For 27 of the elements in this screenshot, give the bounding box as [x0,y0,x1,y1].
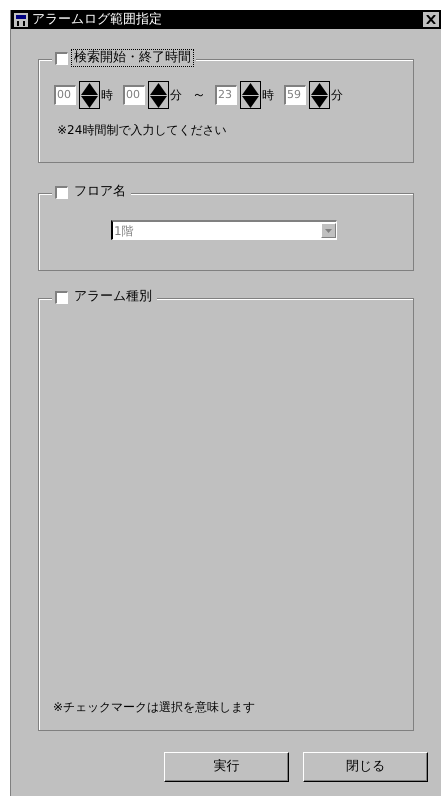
hint-text: ※24時間制で入力してください [57,122,228,139]
checkbox[interactable] [55,290,68,304]
close-button[interactable] [423,12,439,27]
spin-button[interactable] [309,81,330,109]
unit-label: 分 [331,87,343,104]
spin-button[interactable] [148,81,169,109]
up-arrow-icon [311,82,328,94]
dialog-button[interactable]: 閉じる [303,752,428,782]
unit-label: 時 [101,87,113,104]
range-separator: ～ [192,86,206,104]
checkbox[interactable] [55,186,68,198]
caret-icon [325,228,332,232]
down-arrow-icon [81,96,98,108]
unit-label: 分 [170,87,182,104]
up-arrow-icon [81,82,98,94]
up-arrow-icon [242,82,259,94]
hint-text: ※チェックマークは選択を意味します [53,699,256,716]
window-title: アラームログ範囲指定 [32,12,163,28]
unit-label: 時 [262,87,274,104]
down-arrow-icon [242,96,259,108]
down-arrow-icon [150,96,167,108]
close-icon [426,15,436,24]
up-arrow-icon [150,82,167,94]
down-arrow-icon [311,96,328,108]
dialog-button[interactable]: 実行 [164,752,289,782]
spin-button[interactable] [79,81,100,109]
spin-button[interactable] [240,81,261,109]
